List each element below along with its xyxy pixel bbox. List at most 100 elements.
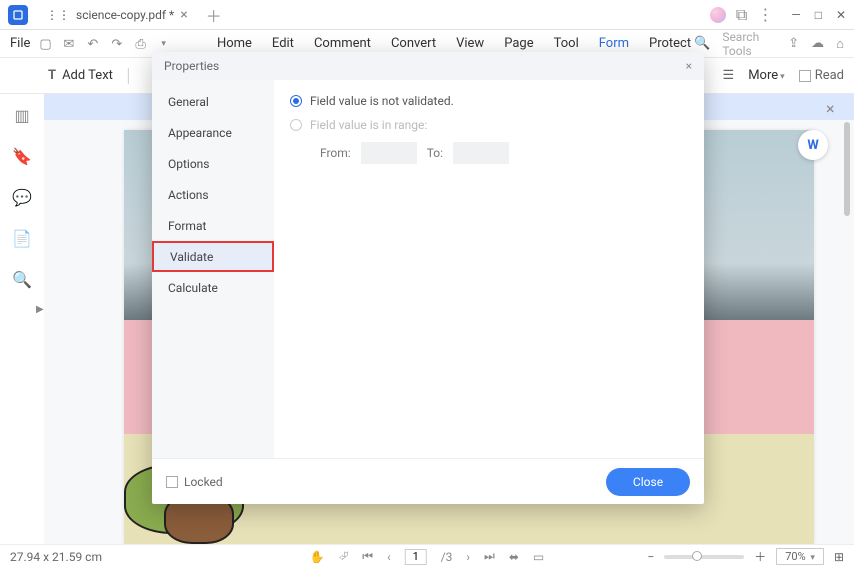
dialog-title: Properties (164, 59, 219, 73)
locked-checkbox[interactable]: Locked (166, 475, 223, 489)
fit-width-icon[interactable]: ⬌ (509, 550, 519, 564)
menu-right: 🔍 Search Tools ⇪ ☁ ⌂ (694, 30, 844, 58)
status-right: − ＋ 70% ▾ ⊞ (647, 548, 844, 565)
menu-tool[interactable]: Tool (554, 36, 579, 51)
menu-page[interactable]: Page (504, 36, 533, 51)
properties-dialog: Properties × General Appearance Options … (152, 52, 704, 504)
menu-file[interactable]: File (10, 36, 30, 51)
more-dropdown[interactable]: More▾ (748, 68, 784, 83)
thumbnails-icon[interactable]: ▥ (14, 106, 29, 125)
page-dimensions: 27.94 x 21.59 cm (10, 550, 102, 564)
grid-icon[interactable]: ⊞ (834, 550, 844, 564)
tab-appearance[interactable]: Appearance (152, 117, 274, 148)
kebab-icon[interactable]: ⋮ (757, 5, 773, 24)
tab-validate[interactable]: Validate (152, 241, 274, 272)
option-in-range-label: Field value is in range: (310, 118, 427, 132)
page-input[interactable] (405, 549, 427, 565)
status-bar: 27.94 x 21.59 cm ✋ ⮰ ⏮ ‹ /3 › ⏭ ⬌ ▭ − ＋ … (0, 544, 854, 568)
toolbar-right: ☰ More▾ Read (723, 68, 844, 83)
read-checkbox[interactable]: Read (799, 68, 844, 83)
undo-icon[interactable]: ↶ (87, 37, 101, 51)
close-strip-icon[interactable]: × (826, 99, 842, 115)
search-placeholder[interactable]: Search Tools (722, 30, 776, 58)
menu-view[interactable]: View (456, 36, 484, 51)
read-label: Read (815, 68, 844, 83)
locked-label: Locked (184, 475, 223, 489)
bookmark-icon[interactable]: 🔖 (12, 147, 32, 166)
from-input[interactable] (361, 142, 417, 164)
minimize-button[interactable]: — (791, 8, 800, 22)
list-icon[interactable]: ☰ (723, 68, 735, 83)
radio-off-icon (290, 119, 302, 131)
text-icon: T (48, 68, 56, 83)
comment-icon[interactable]: 💬 (12, 188, 32, 207)
checkbox-icon (166, 476, 178, 488)
next-page-icon[interactable]: › (466, 550, 470, 564)
bookmark-icon: ⋮⋮ (46, 8, 70, 22)
menu-edit[interactable]: Edit (272, 36, 294, 51)
zoom-in-icon[interactable]: ＋ (754, 548, 766, 565)
dialog-title-bar: Properties × (152, 52, 704, 80)
prev-page-icon[interactable]: ‹ (387, 550, 391, 564)
last-page-icon[interactable]: ⏭ (484, 549, 495, 564)
window-controls: — □ ✕ (791, 8, 846, 22)
page-total: /3 (441, 550, 453, 564)
new-tab-button[interactable]: ＋ (206, 3, 222, 27)
select-icon[interactable]: ⮰ (339, 549, 349, 564)
search-icon[interactable]: 🔍 (694, 36, 710, 51)
attachment-icon[interactable]: 📄 (12, 229, 32, 248)
print-icon[interactable]: ⎙ (135, 37, 149, 51)
save-icon[interactable]: ▢ (39, 37, 53, 51)
to-input[interactable] (453, 142, 509, 164)
redo-icon[interactable]: ↷ (111, 37, 125, 51)
menu-convert[interactable]: Convert (391, 36, 436, 51)
tab-actions[interactable]: Actions (152, 179, 274, 210)
mail-icon[interactable]: ✉ (63, 37, 77, 51)
popup-icon[interactable]: ⧉ (736, 5, 747, 25)
search-icon[interactable]: 🔍 (12, 270, 32, 289)
quick-icons: ▢ ✉ ↶ ↷ ⎙ ▾ (39, 37, 166, 51)
scrollbar-thumb[interactable] (844, 122, 850, 216)
close-tab-icon[interactable]: × (180, 7, 187, 23)
close-window-button[interactable]: ✕ (836, 8, 846, 22)
range-row: From: To: (320, 142, 688, 164)
zoom-out-icon[interactable]: − (647, 550, 654, 564)
ai-icon[interactable] (710, 7, 726, 23)
tab-general[interactable]: General (152, 86, 274, 117)
expand-rail-icon[interactable]: ▶ (36, 304, 44, 315)
menu-form[interactable]: Form (599, 36, 629, 51)
zoom-slider[interactable] (664, 555, 744, 559)
tab-title: science-copy.pdf * (76, 8, 174, 22)
menu-comment[interactable]: Comment (314, 36, 371, 51)
cloud-icon[interactable]: ☁ (811, 36, 824, 51)
zoom-value[interactable]: 70% ▾ (776, 548, 824, 565)
tab-format[interactable]: Format (152, 210, 274, 241)
menu-protect[interactable]: Protect (649, 36, 691, 51)
menu-items: Home Edit Comment Convert View Page Tool… (217, 36, 691, 51)
dialog-tabs: General Appearance Options Actions Forma… (152, 80, 274, 458)
dialog-body: General Appearance Options Actions Forma… (152, 80, 704, 458)
zoom-handle[interactable] (692, 551, 702, 561)
menu-home[interactable]: Home (217, 36, 252, 51)
dialog-close-icon[interactable]: × (686, 59, 692, 73)
dialog-content: Field value is not validated. Field valu… (274, 80, 704, 458)
share-icon[interactable]: ⇪ (788, 36, 799, 51)
to-label: To: (427, 146, 443, 160)
close-button[interactable]: Close (606, 468, 690, 496)
chevron-down-icon[interactable]: ▾ (161, 39, 166, 49)
word-badge-icon[interactable]: W (798, 130, 828, 160)
document-tab[interactable]: ⋮⋮ science-copy.pdf * × (36, 2, 198, 28)
scrollbar[interactable] (842, 94, 850, 544)
checkbox-icon (799, 70, 811, 82)
tab-options[interactable]: Options (152, 148, 274, 179)
up-icon[interactable]: ⌂ (836, 36, 844, 52)
tab-calculate[interactable]: Calculate (152, 272, 274, 303)
maximize-button[interactable]: □ (815, 8, 822, 22)
add-text-button[interactable]: T Add Text (48, 68, 113, 83)
fit-page-icon[interactable]: ▭ (533, 550, 544, 564)
first-page-icon[interactable]: ⏮ (362, 549, 373, 564)
dialog-footer: Locked Close (152, 458, 704, 504)
hand-icon[interactable]: ✋ (310, 550, 325, 564)
option-in-range[interactable]: Field value is in range: (290, 118, 688, 132)
option-not-validated[interactable]: Field value is not validated. (290, 94, 688, 108)
